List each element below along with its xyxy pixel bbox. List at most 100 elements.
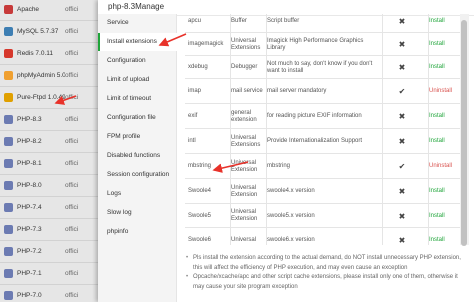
software-icon <box>4 225 13 234</box>
extension-row: intl Universal Extensions Provide Internat… <box>185 129 462 154</box>
extension-description: mail server mandatory <box>267 88 327 94</box>
extension-type: Universal Extension <box>231 159 258 173</box>
software-icon <box>4 71 13 80</box>
software-row[interactable]: PHP-7.2 offici <box>0 241 100 263</box>
extension-row: imap mail service mail server mandatory ✔ Un… <box>185 79 462 104</box>
software-name: PHP-7.4 <box>17 204 42 211</box>
extension-name: Swoole6 <box>188 236 212 243</box>
software-row[interactable]: PHP-8.0 offici <box>0 175 100 197</box>
col-divider <box>230 14 231 245</box>
extension-row: imagemagick Universal Extensions Imagick H… <box>185 33 462 56</box>
cross-icon: ✖ <box>398 17 406 26</box>
software-row[interactable]: Redis 7.0.11 offici <box>0 43 100 65</box>
cross-icon: ✖ <box>398 40 406 49</box>
extension-row: Swoole5 Universal Extension swoole5.x vers… <box>185 204 462 228</box>
cross-icon: ✖ <box>398 211 406 221</box>
software-row[interactable]: Pure-Ftpd 1.0.49 offici <box>0 87 100 109</box>
nav-item[interactable]: Configuration file <box>98 109 177 127</box>
nav-item[interactable]: Limit of upload <box>98 71 177 89</box>
software-name: PHP-8.2 <box>17 138 42 145</box>
extensions-table: apcu Buffer Script buffer ✖ Install imagemagi… <box>185 14 462 245</box>
extension-type: Universal Extension <box>231 209 258 222</box>
software-type: offici <box>65 226 79 233</box>
extension-row: Swoole6 Universal swoole6.x version ✖ Instal… <box>185 228 462 245</box>
software-name: phpMyAdmin 5.0 <box>17 72 65 79</box>
software-type: offici <box>65 50 79 57</box>
extension-type: Buffer <box>231 18 247 24</box>
software-row[interactable]: phpMyAdmin 5.0 offici <box>0 65 100 87</box>
software-type: offici <box>65 138 79 145</box>
extension-type: Universal Extensions <box>231 134 261 148</box>
nav-item[interactable]: Session configuration <box>98 166 177 184</box>
uninstall-link[interactable]: Uninstall <box>429 154 462 179</box>
software-name: Apache <box>17 6 40 13</box>
software-icon <box>4 115 13 124</box>
check-icon: ✔ <box>398 87 406 96</box>
software-row[interactable]: PHP-7.3 offici <box>0 219 100 241</box>
nav-item[interactable]: Install extensions <box>98 33 177 51</box>
software-row[interactable]: PHP-8.1 offici <box>0 153 100 175</box>
extension-type: Universal Extension <box>231 184 258 198</box>
nav-item[interactable]: FPM profile <box>98 128 177 146</box>
install-link[interactable]: Install <box>429 179 462 204</box>
extension-description: swoole4.x version <box>267 188 315 194</box>
nav-item[interactable]: Service <box>98 14 177 32</box>
nav-item[interactable]: Limit of timeout <box>98 90 177 108</box>
extension-description: swoole6.x version <box>267 236 315 243</box>
software-type: offici <box>65 270 79 277</box>
software-type: offici <box>65 182 79 189</box>
software-icon <box>4 269 13 278</box>
software-row[interactable]: PHP-7.0 offici <box>0 285 100 302</box>
install-link[interactable]: Install <box>429 104 462 129</box>
extension-type: Universal Extensions <box>231 37 261 51</box>
software-row[interactable]: MySQL 5.7.37 offici <box>0 21 100 43</box>
extension-description: Not much to say, don't know if you don't… <box>267 60 373 74</box>
extension-name: intl <box>188 138 196 144</box>
scrollbar-thumb[interactable] <box>461 20 467 246</box>
software-row[interactable]: PHP-7.4 offici <box>0 197 100 219</box>
nav-item[interactable]: Logs <box>98 185 177 203</box>
extension-name: Swoole5 <box>188 212 212 219</box>
install-link[interactable]: Install <box>429 129 462 154</box>
software-icon <box>4 203 13 212</box>
screen: { "software_list": [ {"name": "Apache", … <box>0 0 474 302</box>
note-item: Opcache/xcache/apc and other script cach… <box>185 273 465 292</box>
col-divider <box>266 14 267 245</box>
check-icon: ✔ <box>398 162 406 171</box>
install-link[interactable]: Install <box>429 204 462 228</box>
extension-description: mbstring <box>267 163 291 169</box>
install-link[interactable]: Install <box>429 228 462 245</box>
install-link[interactable]: Install <box>429 14 462 33</box>
software-list: Apache offici MySQL 5.7.37 offici Redis 7.0.… <box>0 0 100 302</box>
extension-description: Imagick High Performance Graphics Librar… <box>267 37 364 51</box>
nav-item[interactable]: Configuration <box>98 52 177 70</box>
extension-name: exif <box>188 113 198 119</box>
extension-row: apcu Buffer Script buffer ✖ Install <box>185 14 462 33</box>
nav-item[interactable]: Disabled functions <box>98 147 177 165</box>
software-icon <box>4 93 13 102</box>
nav-item[interactable]: Slow log <box>98 204 177 222</box>
software-name: PHP-7.1 <box>17 270 42 277</box>
software-name: Redis 7.0.11 <box>17 50 54 57</box>
extension-row: exif general extension for reading picture… <box>185 104 462 129</box>
software-icon <box>4 5 13 14</box>
software-row[interactable]: PHP-8.3 offici <box>0 109 100 131</box>
uninstall-link[interactable]: Uninstall <box>429 79 462 104</box>
extension-type: general extension <box>231 109 257 123</box>
extension-type: Debugger <box>231 64 258 70</box>
install-link[interactable]: Install <box>429 33 462 56</box>
cross-icon: ✖ <box>398 187 406 196</box>
software-row[interactable]: PHP-7.1 offici <box>0 263 100 285</box>
install-link[interactable]: Install <box>429 56 462 79</box>
software-type: offici <box>65 94 79 101</box>
nav-item[interactable]: phpinfo <box>98 223 177 241</box>
software-type: offici <box>65 72 79 79</box>
software-row[interactable]: PHP-8.2 offici <box>0 131 100 153</box>
software-type: offici <box>65 116 79 123</box>
software-icon <box>4 247 13 256</box>
notes-list: Pls install the extension according to t… <box>185 254 465 292</box>
software-name: PHP-7.2 <box>17 248 42 255</box>
software-type: offici <box>65 6 79 13</box>
software-row[interactable]: Apache offici <box>0 0 100 21</box>
extension-name: imagemagick <box>188 41 224 47</box>
